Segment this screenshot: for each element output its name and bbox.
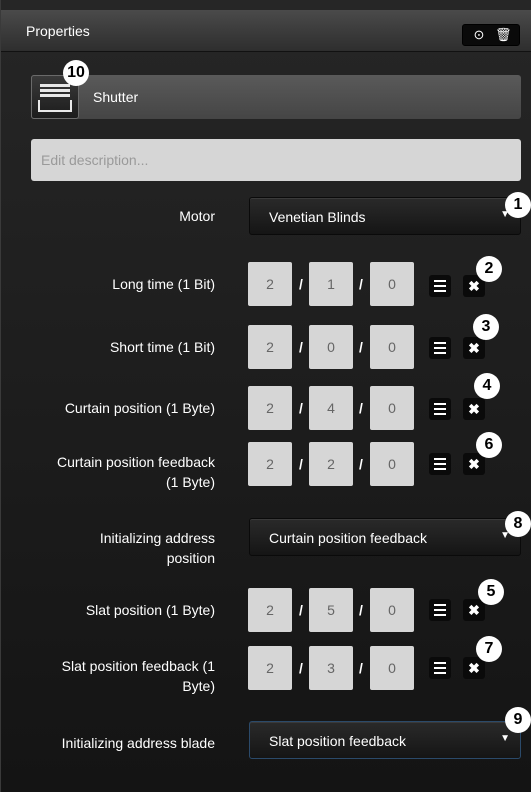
callout-badge-4: 4	[474, 373, 500, 399]
panel-title: Properties	[26, 23, 90, 39]
label-line: Byte)	[182, 678, 215, 694]
list-icon[interactable]	[429, 275, 451, 297]
slat-position-feedback-address-middle[interactable]: 3	[309, 646, 353, 690]
motor-label: Motor	[179, 208, 215, 224]
callout-badge-6: 6	[476, 432, 502, 458]
label-line: Initializing address	[99, 530, 215, 546]
close-icon[interactable]: ✖	[463, 599, 485, 621]
list-icon[interactable]	[429, 657, 451, 679]
slat-position-feedback-address-main[interactable]: 2	[248, 646, 292, 690]
address-separator: /	[359, 660, 363, 676]
label-line: Slat position feedback (1	[61, 658, 215, 674]
address-separator: /	[359, 400, 363, 416]
address-separator: /	[359, 456, 363, 472]
address-separator: /	[359, 602, 363, 618]
curtain-position-feedback-address-middle[interactable]: 2	[309, 442, 353, 486]
check-circle-icon[interactable]: ⊙	[471, 27, 487, 43]
long-time-label: Long time (1 Bit)	[112, 276, 215, 292]
motor-select-value: Venetian Blinds	[269, 209, 366, 225]
short-time-label: Short time (1 Bit)	[109, 339, 215, 355]
slat-position-address-main[interactable]: 2	[248, 588, 292, 632]
list-icon[interactable]	[429, 453, 451, 475]
address-separator: /	[299, 339, 303, 355]
address-separator: /	[299, 602, 303, 618]
label-line: Curtain position feedback	[57, 454, 215, 470]
init-address-blade-label: Initializing address blade	[61, 735, 215, 751]
address-separator: /	[299, 456, 303, 472]
callout-badge-1: 1	[505, 192, 531, 218]
short-time-address-main[interactable]: 2	[248, 325, 292, 369]
curtain-position-address-middle[interactable]: 4	[309, 386, 353, 430]
chevron-down-icon: ▼	[500, 733, 510, 744]
callout-badge-5: 5	[478, 579, 504, 605]
callout-badge-8: 8	[505, 511, 531, 537]
callout-badge-3: 3	[473, 314, 499, 340]
init-address-position-value: Curtain position feedback	[269, 530, 427, 546]
init-address-position-label: Initializing address position	[100, 528, 215, 568]
callout-badge-7: 7	[476, 636, 502, 662]
slat-position-address-sub[interactable]: 0	[370, 588, 414, 632]
long-time-address-middle[interactable]: 1	[309, 262, 353, 306]
init-address-position-select[interactable]: Curtain position feedback ▼	[249, 518, 521, 556]
curtain-position-feedback-label: Curtain position feedback (1 Byte)	[57, 452, 215, 492]
list-icon[interactable]	[429, 337, 451, 359]
address-separator: /	[359, 339, 363, 355]
curtain-position-address-main[interactable]: 2	[248, 386, 292, 430]
list-icon[interactable]	[429, 398, 451, 420]
curtain-position-feedback-address-sub[interactable]: 0	[370, 442, 414, 486]
slat-position-label: Slat position (1 Byte)	[85, 602, 215, 618]
callout-badge-10: 10	[63, 60, 89, 86]
long-time-address-sub[interactable]: 0	[370, 262, 414, 306]
long-time-address-main[interactable]: 2	[248, 262, 292, 306]
short-time-address-middle[interactable]: 0	[309, 325, 353, 369]
properties-panel: Properties ⊙ 🗑 Shutter 10 Motor Venetian…	[0, 0, 531, 792]
panel-header: Properties ⊙ 🗑	[1, 10, 531, 52]
slat-position-address-middle[interactable]: 5	[309, 588, 353, 632]
trash-icon[interactable]: 🗑	[495, 27, 512, 43]
init-address-blade-select[interactable]: Slat position feedback ▼	[249, 721, 521, 759]
label-line: (1 Byte)	[165, 474, 215, 490]
curtain-position-label: Curtain position (1 Byte)	[64, 400, 215, 416]
header-toolbar: ⊙ 🗑	[462, 24, 520, 46]
device-name: Shutter	[93, 89, 139, 105]
slat-position-feedback-address-sub[interactable]: 0	[370, 646, 414, 690]
address-separator: /	[359, 276, 363, 292]
init-address-blade-value: Slat position feedback	[269, 733, 406, 749]
curtain-position-address-sub[interactable]: 0	[370, 386, 414, 430]
list-icon[interactable]	[429, 599, 451, 621]
description-input[interactable]	[31, 139, 521, 181]
short-time-address-sub[interactable]: 0	[370, 325, 414, 369]
address-separator: /	[299, 400, 303, 416]
address-separator: /	[299, 660, 303, 676]
callout-badge-9: 9	[505, 707, 531, 733]
close-icon[interactable]: ✖	[463, 398, 485, 420]
label-line: position	[166, 550, 215, 566]
device-name-row[interactable]: Shutter	[31, 75, 521, 119]
curtain-position-feedback-address-main[interactable]: 2	[248, 442, 292, 486]
slat-position-feedback-label: Slat position feedback (1 Byte)	[62, 656, 215, 696]
close-icon[interactable]: ✖	[463, 337, 485, 359]
motor-select[interactable]: Venetian Blinds ▼	[249, 197, 521, 235]
callout-badge-2: 2	[476, 256, 502, 282]
address-separator: /	[299, 276, 303, 292]
